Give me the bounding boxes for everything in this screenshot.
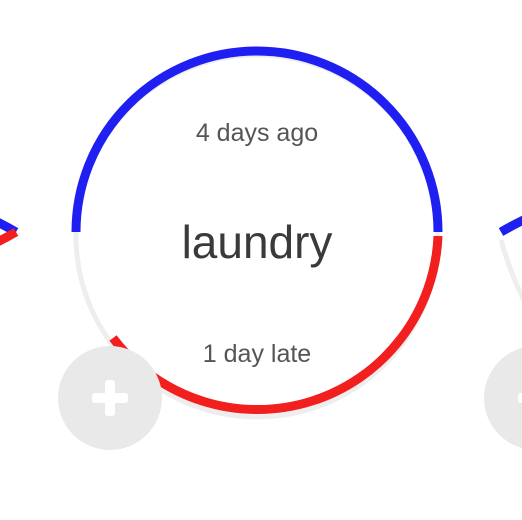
task-carousel: 4 days ago laundry 1 day late <box>0 0 522 520</box>
last-done-label: 4 days ago <box>195 119 319 147</box>
right-card-track <box>498 239 522 303</box>
left-card-red-arc <box>0 228 19 246</box>
task-name: laundry <box>181 216 333 268</box>
left-card-blue-arc <box>0 218 19 236</box>
right-card-blue-arc <box>498 215 522 236</box>
add-task-button[interactable] <box>58 346 162 450</box>
